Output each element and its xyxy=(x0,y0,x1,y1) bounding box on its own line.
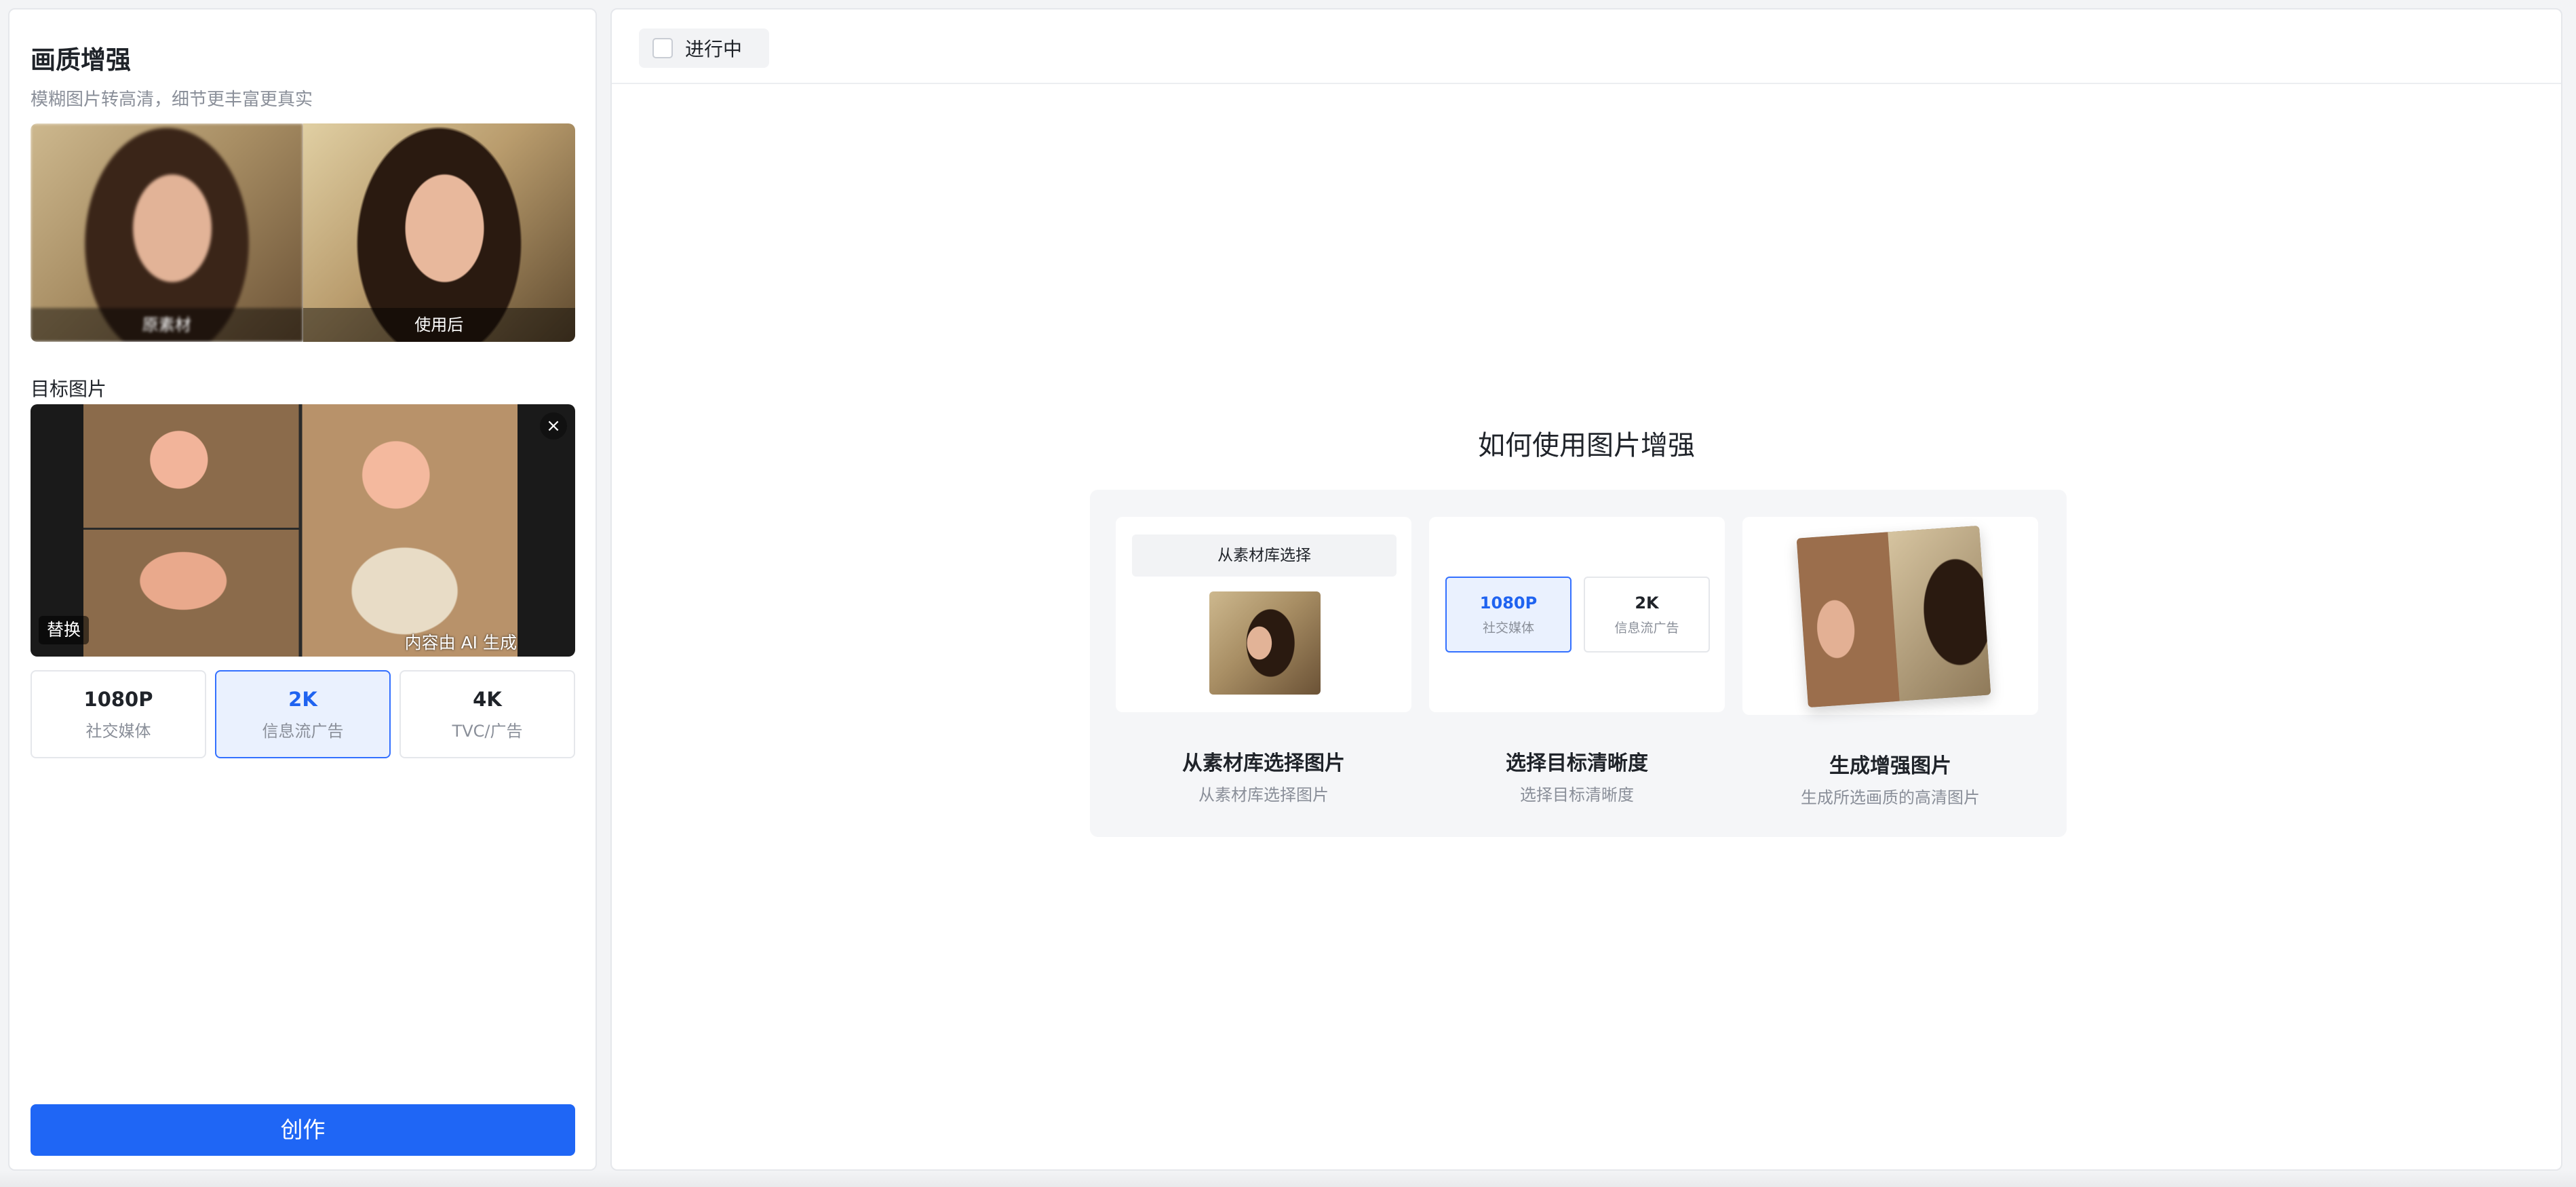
step-description: 生成所选画质的高清图片 xyxy=(1801,788,1980,807)
after-label: 使用后 xyxy=(303,308,575,342)
mini-option-usage: 信息流广告 xyxy=(1614,620,1679,636)
top-bar: 进行中 xyxy=(612,9,2561,84)
resolution-option-2k[interactable]: 2K 信息流广告 xyxy=(215,670,391,758)
target-image-preview xyxy=(83,404,518,657)
resolution-value: 1080P xyxy=(83,687,153,711)
target-image-label: 目标图片 xyxy=(31,378,107,400)
howto-title: 如何使用图片增强 xyxy=(1478,430,1695,461)
mini-option-value: 1080P xyxy=(1479,593,1538,612)
resolution-usage: 信息流广告 xyxy=(262,721,344,741)
step-description: 从素材库选择图片 xyxy=(1198,785,1329,804)
mini-option-usage: 社交媒体 xyxy=(1482,620,1534,636)
before-label: 原素材 xyxy=(31,308,303,342)
enhanced-photo-illustration xyxy=(1796,525,1991,708)
filter-label: 进行中 xyxy=(685,38,743,60)
step-select-from-library: 从素材库选择 从素材库选择图片 从素材库选择图片 xyxy=(1116,490,1411,837)
step-card: 从素材库选择 xyxy=(1116,517,1411,712)
in-progress-checkbox[interactable] xyxy=(652,38,673,58)
replace-image-button[interactable]: 替换 xyxy=(39,616,90,644)
mini-option-1080p: 1080P 社交媒体 xyxy=(1445,577,1572,653)
before-image: 原素材 xyxy=(31,123,303,342)
ai-generated-label: 内容由 AI 生成 xyxy=(404,633,517,653)
right-panel: 进行中 如何使用图片增强 从素材库选择 从素材库选择图片 从素材库选择图片 10… xyxy=(610,8,2562,1171)
step-description: 选择目标清晰度 xyxy=(1520,785,1634,804)
target-image: × 替换 内容由 AI 生成 xyxy=(31,404,575,657)
resolution-usage: TVC/广告 xyxy=(452,721,523,741)
in-progress-filter[interactable]: 进行中 xyxy=(639,28,769,68)
step-title: 从素材库选择图片 xyxy=(1182,752,1345,775)
resolution-value: 2K xyxy=(288,687,317,711)
step-title: 生成增强图片 xyxy=(1829,754,1951,778)
howto-guide: 从素材库选择 从素材库选择图片 从素材库选择图片 1080P 社交媒体 2K 信… xyxy=(1090,490,2067,837)
step-select-resolution: 1080P 社交媒体 2K 信息流广告 选择目标清晰度 选择目标清晰度 xyxy=(1429,490,1725,837)
mini-option-2k: 2K 信息流广告 xyxy=(1584,577,1710,653)
remove-image-button[interactable]: × xyxy=(540,412,567,440)
select-from-library-illustration: 从素材库选择 xyxy=(1132,534,1397,577)
create-button[interactable]: 创作 xyxy=(31,1104,575,1156)
step-card xyxy=(1742,517,2038,715)
mini-option-value: 2K xyxy=(1635,593,1659,612)
step-generate: 生成增强图片 生成所选画质的高清图片 xyxy=(1742,490,2038,837)
resolution-option-1080p[interactable]: 1080P 社交媒体 xyxy=(31,670,206,758)
before-after-comparison: 原素材 使用后 xyxy=(31,123,575,342)
resolution-illustration: 1080P 社交媒体 2K 信息流广告 xyxy=(1445,577,1710,653)
step-title: 选择目标清晰度 xyxy=(1506,752,1648,775)
panel-title: 画质增强 xyxy=(31,45,131,75)
after-image: 使用后 xyxy=(303,123,575,342)
panel-subtitle: 模糊图片转高清，细节更丰富更真实 xyxy=(31,90,313,110)
resolution-value: 4K xyxy=(473,687,502,711)
resolution-option-4k[interactable]: 4K TVC/广告 xyxy=(399,670,575,758)
bottom-edge xyxy=(0,1171,2576,1187)
sample-thumbnail xyxy=(1209,591,1321,695)
left-panel: 画质增强 模糊图片转高清，细节更丰富更真实 原素材 使用后 目标图片 × 替换 … xyxy=(8,8,597,1171)
resolution-usage: 社交媒体 xyxy=(85,721,151,741)
step-card: 1080P 社交媒体 2K 信息流广告 xyxy=(1429,517,1725,712)
resolution-options: 1080P 社交媒体 2K 信息流广告 4K TVC/广告 xyxy=(31,670,575,758)
